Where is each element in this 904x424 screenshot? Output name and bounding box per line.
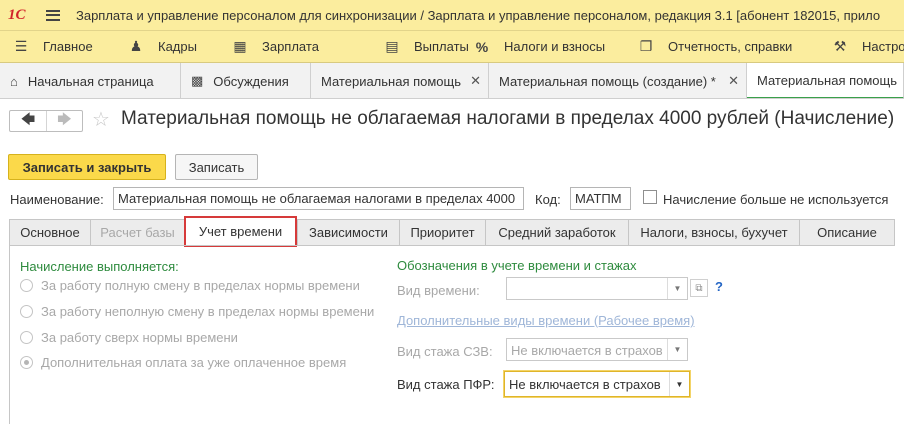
tab-material-aid-current[interactable]: Материальная помощь bbox=[747, 63, 904, 98]
form-tabs: Основное Расчет базы Учет времени Зависи… bbox=[9, 216, 895, 247]
main-menu-icon[interactable] bbox=[46, 9, 60, 21]
section-settings[interactable]: ⚒ Настро bbox=[830, 31, 904, 62]
tab-base-calc[interactable]: Расчет базы bbox=[90, 219, 184, 246]
people-icon: ♟ bbox=[129, 38, 143, 54]
unused-checkbox[interactable] bbox=[643, 190, 657, 204]
window-title: Зарплата и управление персоналом для син… bbox=[76, 7, 881, 23]
extra-time-types-link[interactable]: Дополнительные виды времени (Рабочее вре… bbox=[397, 313, 695, 328]
designations-header: Обозначения в учете времени и стажах bbox=[397, 258, 637, 273]
section-taxes[interactable]: % Налоги и взносы bbox=[472, 31, 636, 62]
radio-button[interactable] bbox=[20, 279, 33, 292]
name-field[interactable]: Материальная помощь не облагаемая налога… bbox=[113, 187, 524, 210]
radio-button-selected[interactable] bbox=[20, 356, 33, 369]
close-icon[interactable]: ✕ bbox=[470, 73, 481, 89]
unused-label: Начисление больше не используется bbox=[663, 192, 889, 207]
radio-part-shift[interactable]: За работу неполную смену в пределах норм… bbox=[20, 304, 374, 319]
accrual-header: Начисление выполняется: bbox=[20, 259, 179, 274]
wrench-icon: ⚒ bbox=[833, 38, 847, 54]
time-type-field[interactable]: ▼ bbox=[506, 277, 688, 300]
back-arrow-icon[interactable]: 🡄 bbox=[10, 111, 46, 131]
tab-material-aid-list[interactable]: Материальная помощь ✕ bbox=[311, 63, 489, 98]
report-icon: ❐ bbox=[639, 38, 653, 54]
forward-arrow-icon[interactable]: 🡆 bbox=[46, 111, 82, 131]
open-windows-bar: ⌂ Начальная страница ▩ Обсуждения Матери… bbox=[0, 63, 904, 99]
tab-average-earnings[interactable]: Средний заработок bbox=[485, 219, 628, 246]
pfr-field[interactable]: Не включается в страхов ▼ bbox=[504, 371, 690, 397]
section-payments[interactable]: ▤ Выплаты bbox=[382, 31, 472, 62]
radio-overtime[interactable]: За работу сверх нормы времени bbox=[20, 330, 238, 345]
favorite-star-icon[interactable]: ☆ bbox=[92, 109, 110, 131]
radio-full-shift[interactable]: За работу полную смену в пределах нормы … bbox=[20, 278, 360, 293]
tab-material-aid-new[interactable]: Материальная помощь (создание) * ✕ bbox=[489, 63, 747, 98]
app-logo: 1С bbox=[8, 6, 26, 23]
save-and-close-button[interactable]: Записать и закрыть bbox=[8, 154, 166, 180]
sections-panel: ☰ Главное ♟ Кадры ▦ Зарплата ▤ Выплаты %… bbox=[0, 31, 904, 63]
section-reports[interactable]: ❐ Отчетность, справки bbox=[636, 31, 830, 62]
tab-main[interactable]: Основное bbox=[9, 219, 90, 246]
percent-icon: % bbox=[475, 38, 489, 55]
tab-dependencies[interactable]: Зависимости bbox=[297, 219, 399, 246]
name-label: Наименование: bbox=[10, 192, 104, 207]
code-field[interactable]: МАТПМ bbox=[570, 187, 631, 210]
menu-icon: ☰ bbox=[14, 38, 28, 54]
radio-extra-payment[interactable]: Дополнительная оплата за уже оплаченное … bbox=[20, 355, 346, 370]
navigation-buttons: 🡄 🡆 bbox=[9, 110, 83, 132]
tab-description[interactable]: Описание bbox=[799, 219, 895, 246]
section-hr[interactable]: ♟ Кадры bbox=[126, 31, 230, 62]
calculator-icon: ▦ bbox=[233, 38, 247, 54]
tab-taxes-accounting[interactable]: Налоги, взносы, бухучет bbox=[628, 219, 799, 246]
close-icon[interactable]: ✕ bbox=[728, 73, 739, 89]
time-type-label: Вид времени: bbox=[397, 283, 480, 298]
tab-time-accounting[interactable]: Учет времени bbox=[184, 216, 297, 247]
tab-panel-border bbox=[9, 245, 895, 246]
radio-button[interactable] bbox=[20, 331, 33, 344]
save-button[interactable]: Записать bbox=[175, 154, 258, 180]
szv-label: Вид стажа СЗВ: bbox=[397, 344, 493, 359]
tab-priority[interactable]: Приоритет bbox=[399, 219, 485, 246]
help-icon[interactable]: ? bbox=[715, 279, 723, 294]
chevron-down-icon[interactable]: ▼ bbox=[667, 339, 687, 360]
section-main[interactable]: ☰ Главное bbox=[11, 31, 126, 62]
chevron-down-icon[interactable]: ▼ bbox=[667, 278, 687, 299]
home-icon: ⌂ bbox=[10, 73, 18, 89]
title-bar: 1С Зарплата и управление персоналом для … bbox=[0, 0, 904, 31]
section-salary[interactable]: ▦ Зарплата bbox=[230, 31, 382, 62]
pfr-label: Вид стажа ПФР: bbox=[397, 377, 495, 392]
tab-home[interactable]: ⌂ Начальная страница bbox=[0, 63, 181, 98]
chevron-down-icon[interactable]: ▼ bbox=[669, 372, 689, 396]
tab-discussions[interactable]: ▩ Обсуждения bbox=[181, 63, 311, 98]
radio-button[interactable] bbox=[20, 305, 33, 318]
chat-icon: ▩ bbox=[191, 73, 204, 88]
open-icon[interactable]: ⧉ bbox=[690, 279, 708, 297]
money-icon: ▤ bbox=[385, 38, 399, 54]
tab-panel-border-left bbox=[9, 245, 10, 424]
page-title: Материальная помощь не облагаемая налога… bbox=[121, 108, 895, 129]
code-label: Код: bbox=[535, 192, 561, 207]
szv-field[interactable]: Не включается в страхов ▼ bbox=[506, 338, 688, 361]
